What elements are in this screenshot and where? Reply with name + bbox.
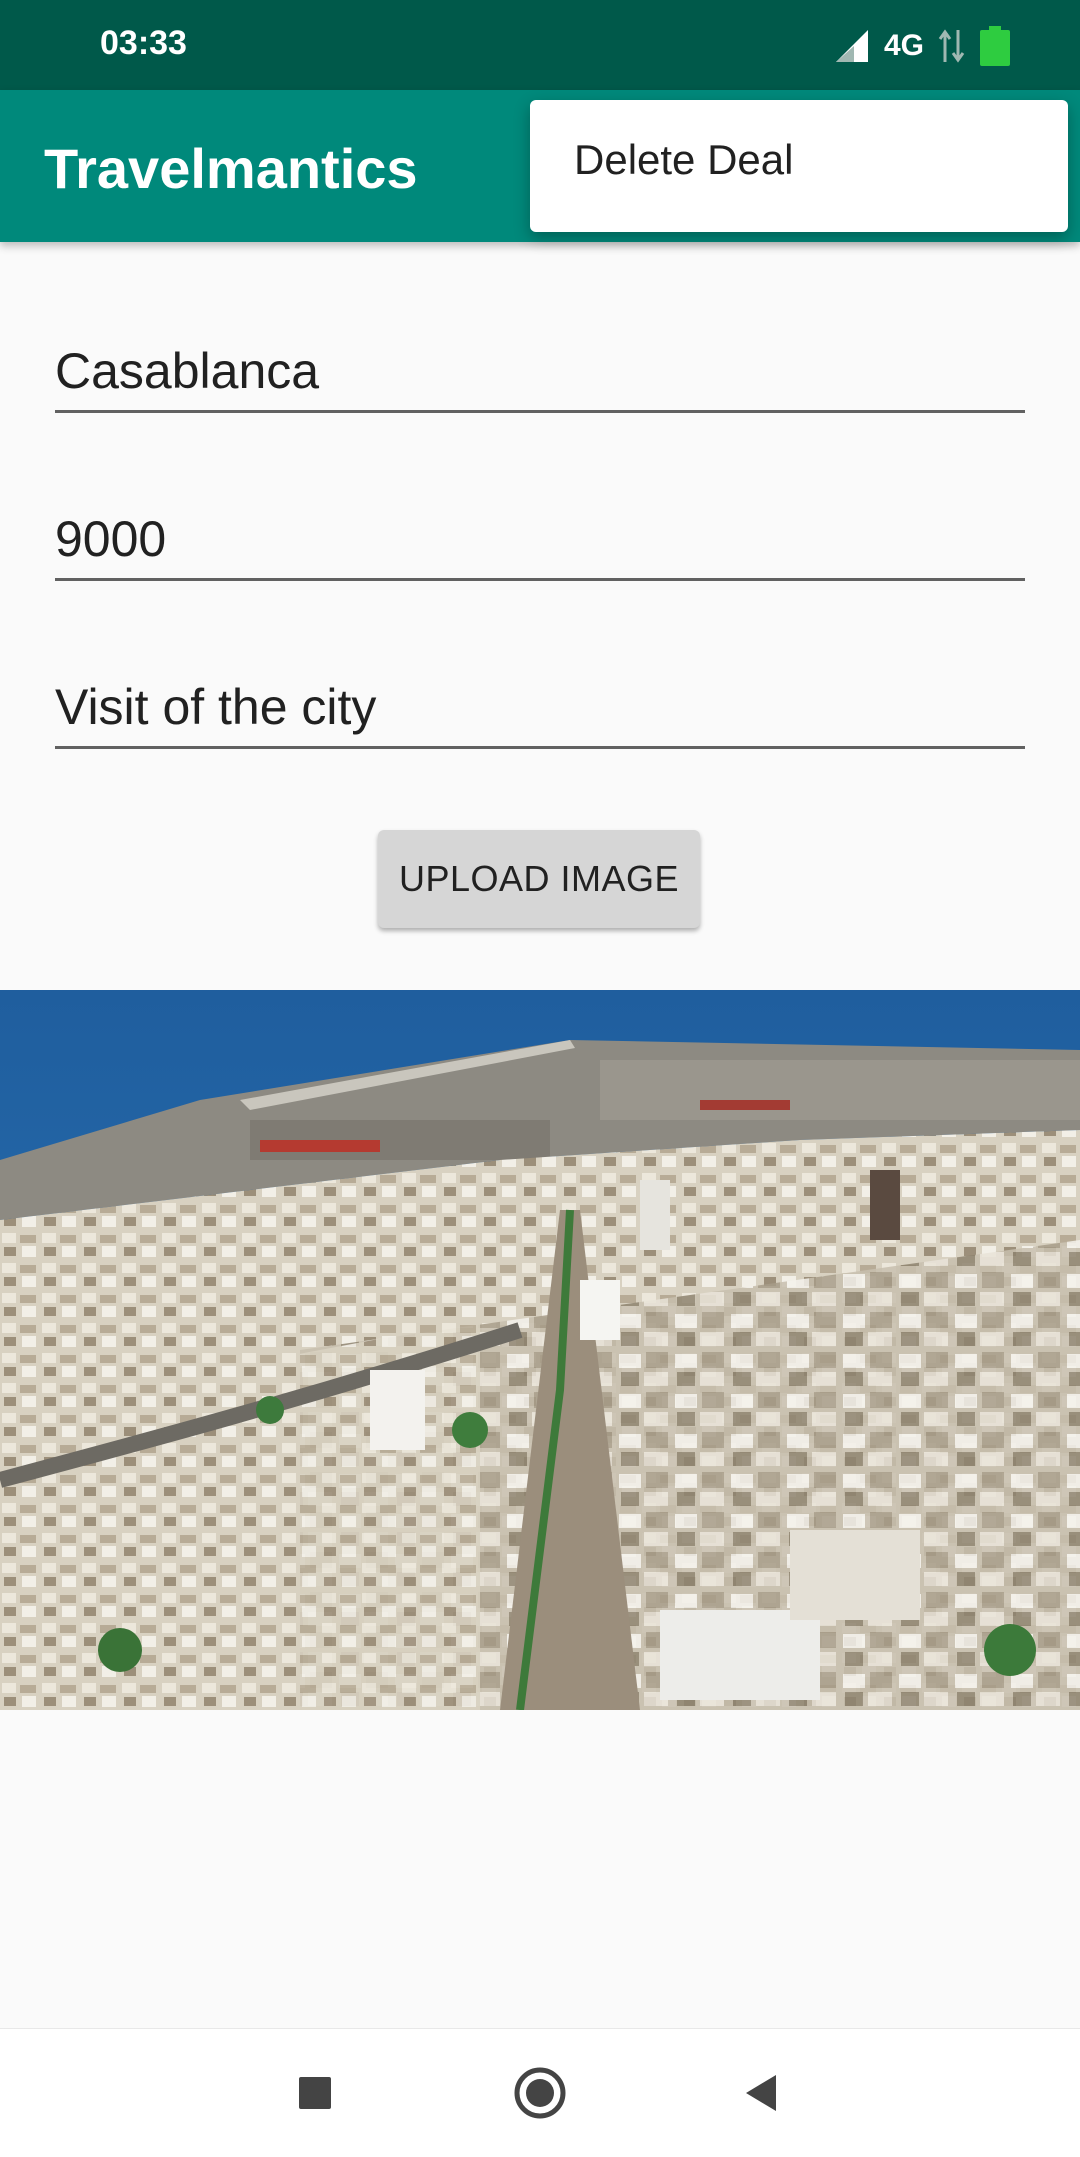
price-field[interactable]: 9000: [55, 498, 1025, 581]
navigation-bar: [0, 2028, 1080, 2157]
delete-deal-menu-item[interactable]: Delete Deal: [574, 136, 793, 184]
overflow-menu: Delete Deal: [530, 100, 1068, 232]
recents-square-icon[interactable]: [285, 2063, 345, 2123]
home-circle-icon[interactable]: [510, 2063, 570, 2123]
back-triangle-icon[interactable]: [732, 2063, 792, 2123]
signal-icon: [835, 30, 868, 62]
status-time: 03:33: [100, 24, 187, 62]
battery-icon: [980, 26, 1010, 66]
status-bar: 03:33 4G: [0, 0, 1080, 90]
description-field[interactable]: Visit of the city: [55, 666, 1025, 749]
deal-image: [0, 990, 1080, 1710]
status-icons: 4G: [834, 26, 1010, 66]
title-field-value: Casablanca: [55, 343, 320, 399]
title-field[interactable]: Casablanca: [55, 330, 1025, 413]
app-title: Travelmantics: [44, 137, 418, 200]
city-photo: [0, 990, 1080, 1710]
price-field-value: 9000: [55, 511, 167, 567]
network-activity-icon: [938, 29, 965, 63]
network-type-label: 4G: [883, 29, 924, 62]
upload-image-button[interactable]: UPLOAD IMAGE: [378, 830, 700, 928]
description-field-value: Visit of the city: [55, 679, 377, 735]
